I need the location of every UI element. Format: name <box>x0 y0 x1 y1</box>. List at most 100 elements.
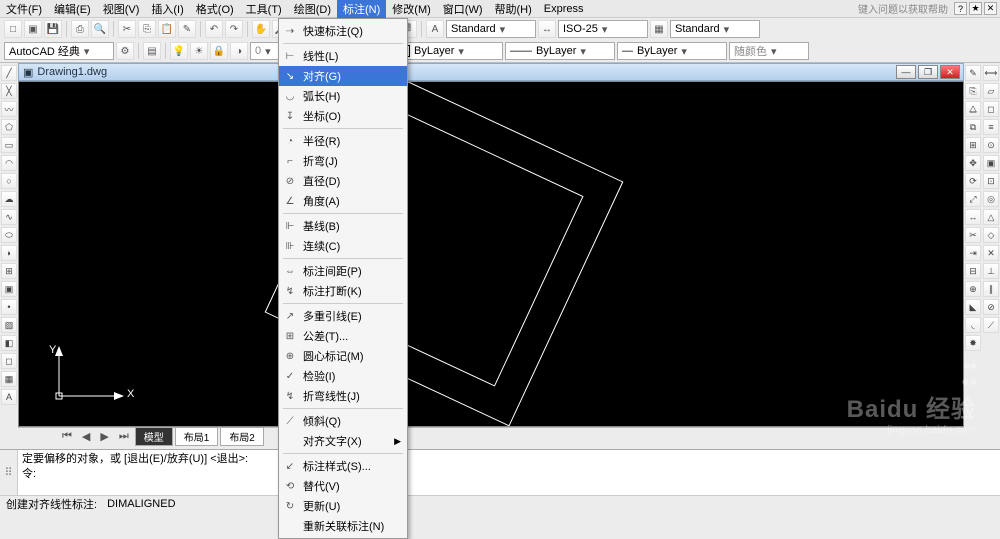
undo-icon[interactable]: ↶ <box>205 20 223 38</box>
vol-icon[interactable]: ▣ <box>983 155 999 171</box>
menu-item[interactable]: ⊘直径(D) <box>279 171 407 191</box>
xline-icon[interactable]: ╳ <box>1 83 17 99</box>
plotstyle-dd[interactable]: 随颜色▾ <box>729 42 809 60</box>
save-icon[interactable]: 💾 <box>44 20 62 38</box>
layer-lock-icon[interactable]: 🔒 <box>210 42 228 60</box>
menu-item[interactable]: ⊩基线(B) <box>279 216 407 236</box>
menu-item[interactable]: ◡弧长(H) <box>279 86 407 106</box>
explode-icon[interactable]: ✸ <box>965 335 981 351</box>
fillet-icon[interactable]: ◟ <box>965 317 981 333</box>
tab-next-icon[interactable]: ▶ <box>96 430 112 443</box>
menu-draw[interactable]: 绘图(D) <box>288 0 337 19</box>
stretch-icon[interactable]: ↔ <box>965 209 981 225</box>
menu-item[interactable]: ⊪连续(C) <box>279 236 407 256</box>
menu-item[interactable]: ↻更新(U) <box>279 496 407 516</box>
tab-first-icon[interactable]: ⏮ <box>58 430 76 443</box>
polygon-icon[interactable]: ⬠ <box>1 119 17 135</box>
table-style-icon[interactable]: ▦ <box>650 20 668 38</box>
menu-item[interactable]: ⇔标注间距(P) <box>279 261 407 281</box>
snap5-icon[interactable]: ✕ <box>983 245 999 261</box>
tab-layout2[interactable]: 布局2 <box>220 427 264 446</box>
insertblk-icon[interactable]: ⊞ <box>1 263 17 279</box>
mirror-icon[interactable]: ⧋ <box>965 101 981 117</box>
join-icon[interactable]: ⊕ <box>965 281 981 297</box>
drawing-canvas[interactable]: Y X <box>18 81 964 427</box>
snap4-icon[interactable]: ◇ <box>983 227 999 243</box>
workspace-gear-icon[interactable]: ⚙ <box>116 42 134 60</box>
menu-item[interactable]: ⟲替代(V) <box>279 476 407 496</box>
trim-icon[interactable]: ✂ <box>965 227 981 243</box>
menu-help[interactable]: 帮助(H) <box>489 0 538 19</box>
copy-icon[interactable]: ⎘ <box>138 20 156 38</box>
help-icon[interactable]: ? <box>954 2 967 15</box>
erase-icon[interactable]: ✎ <box>965 65 981 81</box>
table-style-dd[interactable]: Standard▾ <box>670 20 760 38</box>
gradient-icon[interactable]: ◧ <box>1 335 17 351</box>
menu-item[interactable]: ↯标注打断(K) <box>279 281 407 301</box>
region2-icon[interactable]: ◻ <box>983 101 999 117</box>
star-icon[interactable]: ★ <box>969 2 982 15</box>
lineweight-dd[interactable]: —ByLayer▾ <box>617 42 727 60</box>
menu-item[interactable]: ↘对齐(G) <box>279 66 407 86</box>
menu-item[interactable]: ∠角度(A) <box>279 191 407 211</box>
menu-item[interactable]: ⊞公差(T)... <box>279 326 407 346</box>
menu-modify[interactable]: 修改(M) <box>386 0 437 19</box>
color-dd[interactable]: ByLayer▾ <box>393 42 503 60</box>
mtext-icon[interactable]: A <box>1 389 17 405</box>
menu-item[interactable]: ↯折弯线性(J) <box>279 386 407 406</box>
layer-on-icon[interactable]: 💡 <box>170 42 188 60</box>
snap2-icon[interactable]: ◎ <box>983 191 999 207</box>
document-titlebar[interactable]: ▣ Drawing1.dwg — ❐ ✕ <box>18 63 964 81</box>
pan-icon[interactable]: ✋ <box>252 20 270 38</box>
tab-model[interactable]: 模型 <box>135 427 173 446</box>
menu-item[interactable]: ↙标注样式(S)... <box>279 456 407 476</box>
menu-item[interactable]: ⇢快速标注(Q) <box>279 21 407 41</box>
pline-icon[interactable]: 〰 <box>1 101 17 117</box>
cut-icon[interactable]: ✂ <box>118 20 136 38</box>
revcloud-icon[interactable]: ☁ <box>1 191 17 207</box>
scale-icon[interactable]: ⤢ <box>965 191 981 207</box>
move-icon[interactable]: ✥ <box>965 155 981 171</box>
dim-style-icon[interactable]: ↔ <box>538 20 556 38</box>
print-icon[interactable]: ⎙ <box>71 20 89 38</box>
rectangle-icon[interactable]: ▭ <box>1 137 17 153</box>
extend-icon[interactable]: ⇥ <box>965 245 981 261</box>
layer-freeze-icon[interactable]: ☀ <box>190 42 208 60</box>
offset-icon[interactable]: ⧉ <box>965 119 981 135</box>
line-icon[interactable]: ╱ <box>1 65 17 81</box>
area-icon[interactable]: ▱ <box>983 83 999 99</box>
menu-dimension[interactable]: 标注(N) <box>337 0 386 19</box>
array-icon[interactable]: ⊞ <box>965 137 981 153</box>
text-style-icon[interactable]: A <box>426 20 444 38</box>
makeblk-icon[interactable]: ▣ <box>1 281 17 297</box>
tab-layout1[interactable]: 布局1 <box>175 427 219 446</box>
menu-window[interactable]: 窗口(W) <box>437 0 489 19</box>
menu-item[interactable]: ⟋倾斜(Q) <box>279 411 407 431</box>
menu-item[interactable]: 对齐文字(X)▶ <box>279 431 407 451</box>
layer-color-icon[interactable]: ◑ <box>230 42 248 60</box>
ellipse-arc-icon[interactable]: ◗ <box>1 245 17 261</box>
menu-insert[interactable]: 插入(I) <box>145 0 189 19</box>
doc-min-icon[interactable]: — <box>896 65 916 79</box>
linetype-dd[interactable]: ——ByLayer▾ <box>505 42 615 60</box>
ellipse-icon[interactable]: ⬭ <box>1 227 17 243</box>
menu-item[interactable]: ✓检验(I) <box>279 366 407 386</box>
preview-icon[interactable]: 🔍 <box>91 20 109 38</box>
text-style-dd[interactable]: Standard▾ <box>446 20 536 38</box>
menu-view[interactable]: 视图(V) <box>97 0 146 19</box>
dist-icon[interactable]: ⟷ <box>983 65 999 81</box>
workspace-dd[interactable]: AutoCAD 经典▾ <box>4 42 114 60</box>
snap3-icon[interactable]: △ <box>983 209 999 225</box>
menu-file[interactable]: 文件(F) <box>0 0 48 19</box>
menu-item[interactable]: ◔半径(R) <box>279 131 407 151</box>
circle-icon[interactable]: ○ <box>1 173 17 189</box>
tab-prev-icon[interactable]: ◀ <box>78 430 94 443</box>
chamfer-icon[interactable]: ◣ <box>965 299 981 315</box>
point-icon[interactable]: • <box>1 299 17 315</box>
doc-close-icon[interactable]: ✕ <box>940 65 960 79</box>
layer-mgr-icon[interactable]: ▤ <box>143 42 161 60</box>
arc-icon[interactable]: ◠ <box>1 155 17 171</box>
region-icon[interactable]: ◻ <box>1 353 17 369</box>
snap6-icon[interactable]: ⊥ <box>983 263 999 279</box>
menu-item[interactable]: ⌐折弯(J) <box>279 151 407 171</box>
